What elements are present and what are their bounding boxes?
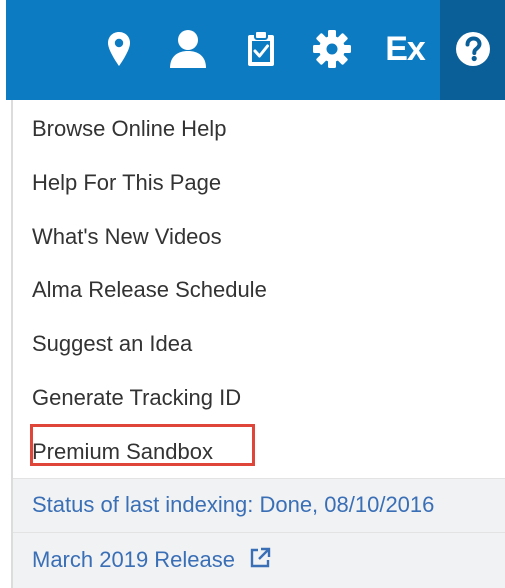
release-row: March 2019 Release — [13, 532, 505, 588]
ex-icon-label: Ex — [385, 29, 426, 68]
release-link-label: March 2019 Release — [32, 547, 236, 572]
menu-item-suggest-an-idea[interactable]: Suggest an Idea — [32, 331, 192, 357]
help-icon — [454, 26, 492, 72]
external-link-icon — [249, 547, 271, 575]
gear-icon[interactable] — [310, 26, 354, 72]
menu-item-whats-new-videos[interactable]: What's New Videos — [32, 224, 222, 250]
clipboard-check-icon[interactable] — [244, 26, 278, 72]
user-icon[interactable] — [166, 26, 210, 72]
toolbar-edge — [0, 0, 6, 100]
menu-item-browse-online-help[interactable]: Browse Online Help — [32, 116, 226, 142]
divider — [13, 478, 505, 479]
ex-icon[interactable]: Ex — [380, 26, 430, 72]
menu-item-alma-release-schedule[interactable]: Alma Release Schedule — [32, 277, 267, 303]
top-toolbar: Ex — [0, 0, 505, 100]
indexing-status-row: Status of last indexing: Done, 08/10/201… — [13, 478, 505, 532]
help-button[interactable] — [440, 0, 505, 100]
indexing-status-link[interactable]: Status of last indexing: Done, 08/10/201… — [32, 492, 434, 518]
menu-item-premium-sandbox[interactable]: Premium Sandbox — [32, 439, 213, 465]
release-link[interactable]: March 2019 Release — [32, 547, 271, 575]
location-pin-icon[interactable] — [104, 26, 134, 72]
divider — [13, 532, 505, 533]
menu-item-help-for-this-page[interactable]: Help For This Page — [32, 170, 221, 196]
help-dropdown-menu: Browse Online Help Help For This Page Wh… — [11, 100, 505, 588]
menu-item-generate-tracking-id[interactable]: Generate Tracking ID — [32, 385, 241, 411]
